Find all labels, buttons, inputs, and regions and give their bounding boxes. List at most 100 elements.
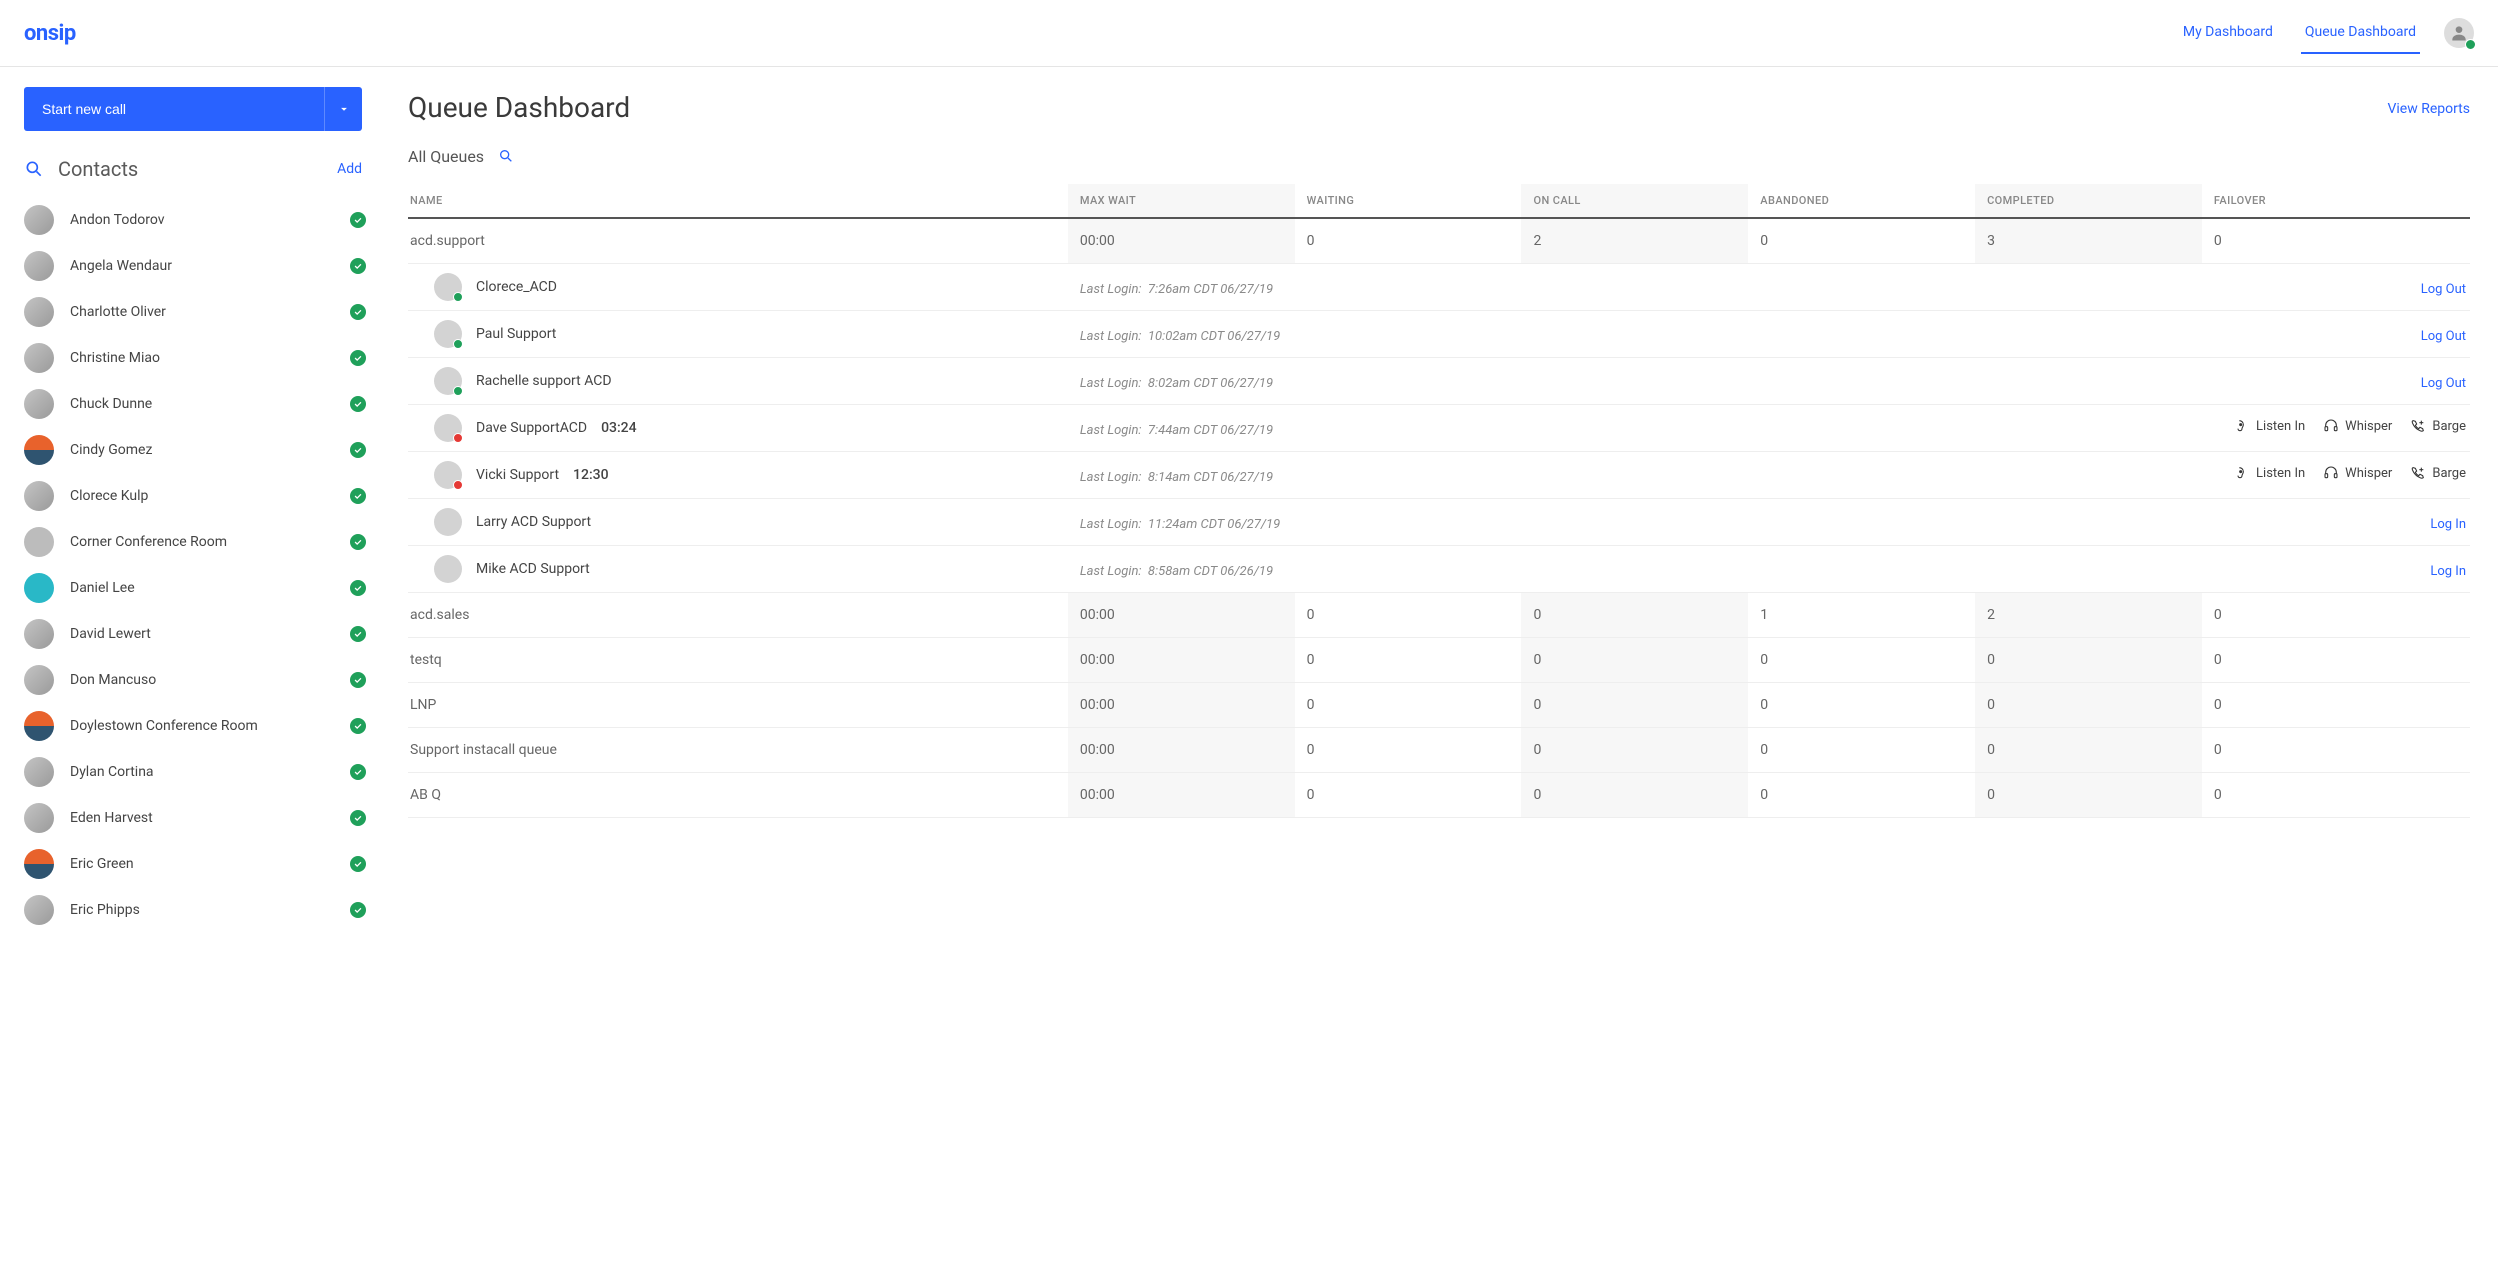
app-header: onsip My Dashboard Queue Dashboard [0, 0, 2498, 67]
agent-timer: 03:24 [601, 420, 637, 436]
start-new-call-button[interactable]: Start new call [24, 87, 324, 131]
contact-item[interactable]: Corner Conference Room [24, 519, 374, 565]
listen-in-button[interactable]: Listen In [2234, 465, 2305, 481]
contact-item[interactable]: Angela Wendaur [24, 243, 374, 289]
contact-name: Dylan Cortina [70, 764, 334, 780]
contact-name: Eric Phipps [70, 902, 334, 918]
queue-row[interactable]: Support instacall queue00:0000000 [408, 728, 2470, 773]
headset-icon [2323, 418, 2339, 434]
queue-on-call: 0 [1521, 638, 1748, 683]
contact-item[interactable]: Dylan Cortina [24, 749, 374, 795]
queue-table: NAME MAX WAIT WAITING ON CALL ABANDONED … [408, 184, 2470, 818]
start-call-dropdown[interactable] [324, 87, 362, 131]
agent-name: Clorece_ACD [476, 279, 557, 295]
presence-indicator [350, 350, 366, 366]
agent-row: Rachelle support ACDLast Login: 8:02am C… [408, 358, 2470, 405]
col-completed[interactable]: COMPLETED [1975, 184, 2202, 218]
presence-indicator [350, 902, 366, 918]
contact-name: Andon Todorov [70, 212, 334, 228]
col-waiting[interactable]: WAITING [1295, 184, 1522, 218]
log-in-link[interactable]: Log In [2430, 564, 2466, 579]
agent-name: Vicki Support [476, 467, 559, 483]
queue-row[interactable]: acd.support00:0002030 [408, 218, 2470, 264]
contact-item[interactable]: Eric Green [24, 841, 374, 887]
add-contact-link[interactable]: Add [337, 161, 362, 177]
main-content: Queue Dashboard View Reports All Queues [380, 67, 2498, 1278]
logo: onsip [24, 21, 76, 46]
queue-row[interactable]: LNP00:0000000 [408, 683, 2470, 728]
agent-status-dot [453, 433, 463, 443]
view-reports-link[interactable]: View Reports [2387, 101, 2470, 117]
contact-list[interactable]: Andon Todorov Angela WendaurCharlotte Oli… [24, 197, 380, 1278]
contact-item[interactable]: Daniel Lee [24, 565, 374, 611]
contact-item[interactable]: Cindy Gomez [24, 427, 374, 473]
contact-item[interactable]: Chuck Dunne [24, 381, 374, 427]
queue-completed: 0 [1975, 773, 2202, 818]
presence-indicator [350, 626, 366, 642]
contact-item[interactable]: Doylestown Conference Room [24, 703, 374, 749]
agent-avatar [434, 320, 462, 348]
nav-my-dashboard[interactable]: My Dashboard [2179, 12, 2277, 54]
col-abandoned[interactable]: ABANDONED [1748, 184, 1975, 218]
ear-icon [2234, 465, 2250, 481]
contact-item[interactable]: Andon Todorov [24, 197, 374, 243]
agent-status-dot [453, 480, 463, 490]
search-contacts-button[interactable] [24, 159, 44, 179]
contact-name: David Lewert [70, 626, 334, 642]
queue-max-wait: 00:00 [1068, 218, 1295, 264]
search-queues-button[interactable] [496, 146, 516, 166]
queue-row[interactable]: AB Q00:0000000 [408, 773, 2470, 818]
agent-last-login: Last Login: 7:44am CDT 06/27/19 [1080, 423, 1273, 438]
log-in-link[interactable]: Log In [2430, 517, 2466, 532]
agent-last-login: Last Login: 8:02am CDT 06/27/19 [1080, 376, 1273, 391]
contact-item[interactable]: Charlotte Oliver [24, 289, 374, 335]
agent-row: Paul SupportLast Login: 10:02am CDT 06/2… [408, 311, 2470, 358]
col-max-wait[interactable]: MAX WAIT [1068, 184, 1295, 218]
user-avatar[interactable] [2444, 18, 2474, 48]
col-failover[interactable]: FAILOVER [2202, 184, 2470, 218]
queue-waiting: 0 [1295, 593, 1522, 638]
contacts-title: Contacts [58, 157, 138, 181]
log-out-link[interactable]: Log Out [2421, 329, 2466, 344]
presence-indicator [350, 304, 366, 320]
phone-plus-icon [2410, 418, 2426, 434]
queue-row[interactable]: testq00:0000000 [408, 638, 2470, 683]
log-out-link[interactable]: Log Out [2421, 376, 2466, 391]
ear-icon [2234, 418, 2250, 434]
all-queues-label: All Queues [408, 147, 484, 166]
agent-row: Vicki Support 12:30Last Login: 8:14am CD… [408, 452, 2470, 499]
log-out-link[interactable]: Log Out [2421, 282, 2466, 297]
queue-waiting: 0 [1295, 218, 1522, 264]
queue-completed: 0 [1975, 638, 2202, 683]
contact-item[interactable]: Christine Miao [24, 335, 374, 381]
whisper-button[interactable]: Whisper [2323, 465, 2392, 481]
agent-name: Mike ACD Support [476, 561, 590, 577]
contact-name: Clorece Kulp [70, 488, 334, 504]
queue-completed: 3 [1975, 218, 2202, 264]
col-name[interactable]: NAME [408, 184, 1068, 218]
agent-avatar [434, 367, 462, 395]
contact-item[interactable]: Don Mancuso [24, 657, 374, 703]
col-on-call[interactable]: ON CALL [1521, 184, 1748, 218]
contact-name: Eden Harvest [70, 810, 334, 826]
nav-queue-dashboard[interactable]: Queue Dashboard [2301, 12, 2420, 54]
presence-indicator [350, 718, 366, 734]
contact-item[interactable]: Eric Phipps [24, 887, 374, 933]
barge-button[interactable]: Barge [2410, 418, 2466, 434]
queue-max-wait: 00:00 [1068, 638, 1295, 683]
agent-status-dot [453, 386, 463, 396]
contact-item[interactable]: David Lewert [24, 611, 374, 657]
barge-button[interactable]: Barge [2410, 465, 2466, 481]
queue-row[interactable]: acd.sales00:0000120 [408, 593, 2470, 638]
contact-name: Doylestown Conference Room [70, 718, 334, 734]
contact-avatar [24, 849, 54, 879]
queue-name: acd.support [408, 218, 1068, 264]
listen-in-button[interactable]: Listen In [2234, 418, 2305, 434]
contact-item[interactable]: Clorece Kulp [24, 473, 374, 519]
queue-name: Support instacall queue [408, 728, 1068, 773]
whisper-button[interactable]: Whisper [2323, 418, 2392, 434]
agent-avatar [434, 508, 462, 536]
contact-item[interactable]: Eden Harvest [24, 795, 374, 841]
queue-on-call: 0 [1521, 593, 1748, 638]
queue-abandoned: 1 [1748, 593, 1975, 638]
